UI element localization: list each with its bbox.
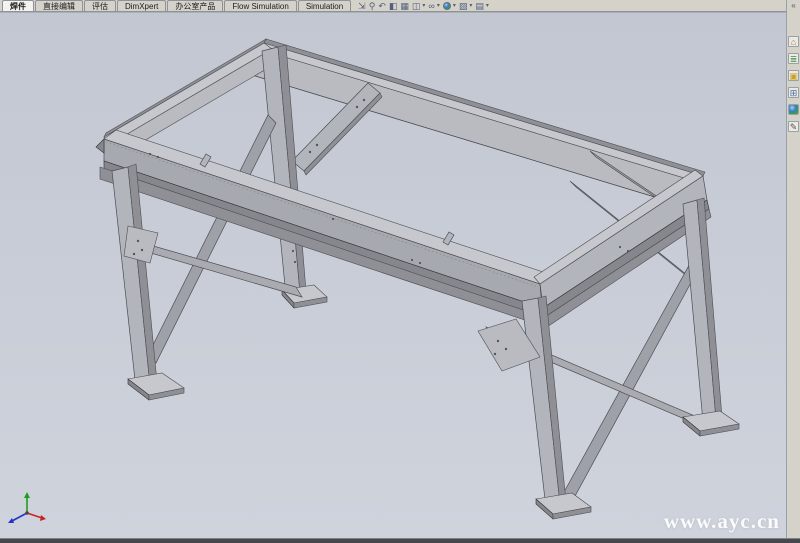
- hide-show-items-icon[interactable]: ∞: [428, 1, 434, 11]
- previous-view-icon[interactable]: ↶: [378, 1, 386, 11]
- tab-weldments[interactable]: 焊件: [2, 0, 34, 11]
- coordinate-triad: [8, 492, 46, 523]
- design-library-icon[interactable]: ≣: [788, 53, 799, 64]
- zoom-to-fit-icon[interactable]: ⇲: [358, 1, 366, 11]
- left-leg: [112, 164, 158, 389]
- left-leg-gusset: [124, 226, 158, 263]
- solidworks-resources-icon[interactable]: ⌂: [788, 36, 799, 47]
- solidworks-window: 焊件 直接编辑 评估 DimXpert 办公室产品 Flow Simulatio…: [0, 0, 800, 543]
- graphics-viewport[interactable]: www.ayc.cn: [0, 12, 786, 538]
- heads-up-view-toolbar: ⇲ ⚲ ↶ ◧ ▦ ◫ ▾ ∞ ▾ ▾ ▨ ▾ ▤ ▾: [358, 0, 489, 11]
- tab-evaluate[interactable]: 评估: [84, 0, 116, 11]
- section-view-icon[interactable]: ◧: [389, 1, 398, 11]
- file-explorer-icon[interactable]: ▣: [788, 70, 799, 81]
- view-settings-icon[interactable]: ▤: [475, 1, 484, 11]
- appearances-scenes-icon[interactable]: [788, 104, 799, 115]
- task-pane-collapse-icon[interactable]: «: [791, 1, 795, 10]
- command-manager-tabbar: 焊件 直接编辑 评估 DimXpert 办公室产品 Flow Simulatio…: [0, 0, 786, 12]
- display-style-icon[interactable]: ◫: [412, 1, 421, 11]
- view-orientation-icon[interactable]: ▦: [400, 1, 409, 11]
- front-leg: [478, 296, 566, 508]
- task-pane: « ⌂ ≣ ▣ ⊞ ✎: [786, 0, 800, 538]
- tab-direct-editing[interactable]: 直接编辑: [35, 0, 83, 11]
- tab-office-products[interactable]: 办公室产品: [167, 0, 223, 11]
- frame-right-beam: [534, 170, 711, 327]
- display-style-dropdown[interactable]: ▾: [422, 2, 425, 9]
- apply-scene-icon[interactable]: ▨: [459, 1, 468, 11]
- custom-properties-icon[interactable]: ✎: [788, 121, 799, 132]
- edit-appearance-icon[interactable]: [443, 2, 451, 10]
- front-leg-foot: [536, 493, 591, 519]
- right-leg: [683, 198, 722, 422]
- tab-dimxpert[interactable]: DimXpert: [117, 0, 166, 11]
- apply-scene-dropdown[interactable]: ▾: [469, 2, 472, 9]
- edit-appearance-dropdown[interactable]: ▾: [453, 2, 456, 9]
- tab-flow-simulation[interactable]: Flow Simulation: [224, 0, 296, 11]
- tab-simulation[interactable]: Simulation: [298, 0, 351, 11]
- watermark-text: www.ayc.cn: [664, 509, 780, 534]
- zoom-to-area-icon[interactable]: ⚲: [369, 1, 376, 11]
- view-palette-icon[interactable]: ⊞: [788, 87, 799, 98]
- weldment-frame-model: [0, 13, 786, 539]
- hide-show-dropdown[interactable]: ▾: [437, 2, 440, 9]
- view-settings-dropdown[interactable]: ▾: [486, 2, 489, 9]
